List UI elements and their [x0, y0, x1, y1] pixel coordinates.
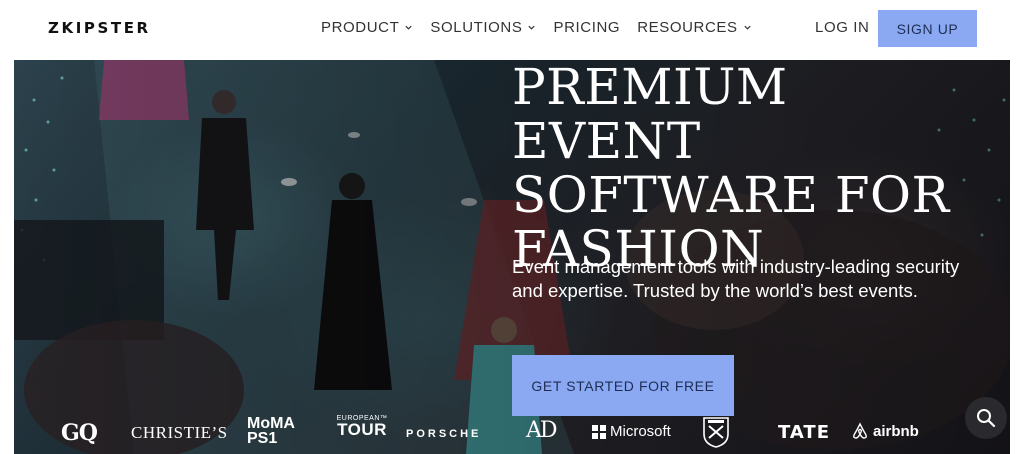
nav-solutions-label: SOLUTIONS: [430, 19, 523, 36]
microsoft-wordmark: Microsoft: [610, 423, 671, 440]
hero-subtitle: Event management tools with industry-lea…: [512, 256, 960, 301]
nav-product[interactable]: PRODUCT: [321, 19, 413, 36]
magnifier-icon: [977, 409, 996, 428]
nav-product-label: PRODUCT: [321, 19, 400, 36]
tour-line: TOUR: [337, 420, 387, 439]
site-header: ZKIPSTER PRODUCT SOLUTIONS PRICING RESOU…: [0, 0, 1024, 60]
airbnb-logo: airbnb: [851, 422, 919, 440]
ad-logo: AD: [526, 418, 558, 443]
porsche-logo: PORSCHE: [406, 428, 482, 440]
nav-resources-label: RESOURCES: [637, 19, 738, 36]
tate-logo: TATE: [778, 422, 830, 443]
west-ham-crest-icon: [703, 417, 729, 448]
chevron-down-icon: [743, 25, 751, 30]
nav-solutions[interactable]: SOLUTIONS: [430, 19, 536, 36]
ps1-line: PS1: [247, 430, 278, 447]
gq-logo: GQ: [61, 420, 98, 446]
christies-logo: CHRISTIE’S: [131, 423, 228, 442]
hero-title: PREMIUM EVENT SOFTWARE FOR FASHION: [512, 60, 992, 276]
microsoft-logo: Microsoft: [592, 423, 671, 440]
main-nav: PRODUCT SOLUTIONS PRICING RESOURCES: [321, 19, 752, 36]
european-tour-logo: EUROPEAN™ TOUR: [332, 415, 392, 438]
nav-pricing-label: PRICING: [553, 19, 621, 36]
moma-ps1-logo: MoMA PS1: [247, 416, 295, 447]
chevron-down-icon: [528, 25, 536, 30]
airbnb-wordmark: airbnb: [873, 422, 919, 440]
search-button[interactable]: [965, 397, 1007, 439]
microsoft-grid-icon: [592, 424, 606, 439]
signup-button[interactable]: SIGN UP: [878, 10, 977, 47]
zkipster-logo[interactable]: ZKIPSTER: [48, 19, 151, 37]
airbnb-belo-icon: [853, 422, 867, 439]
hero-title-line: SOFTWARE FOR: [512, 166, 950, 224]
hero-section: PREMIUM EVENT SOFTWARE FOR FASHION Event…: [14, 60, 1010, 454]
client-logos: GQ CHRISTIE’S MoMA PS1 EUROPEAN™ TOUR PO…: [14, 410, 1010, 454]
get-started-button[interactable]: GET STARTED FOR FREE: [512, 355, 734, 416]
nav-pricing[interactable]: PRICING: [553, 19, 620, 36]
hero-title-line: PREMIUM EVENT: [512, 60, 788, 170]
chevron-down-icon: [405, 25, 412, 30]
login-link[interactable]: LOG IN: [815, 19, 869, 36]
nav-resources[interactable]: RESOURCES: [637, 19, 751, 36]
